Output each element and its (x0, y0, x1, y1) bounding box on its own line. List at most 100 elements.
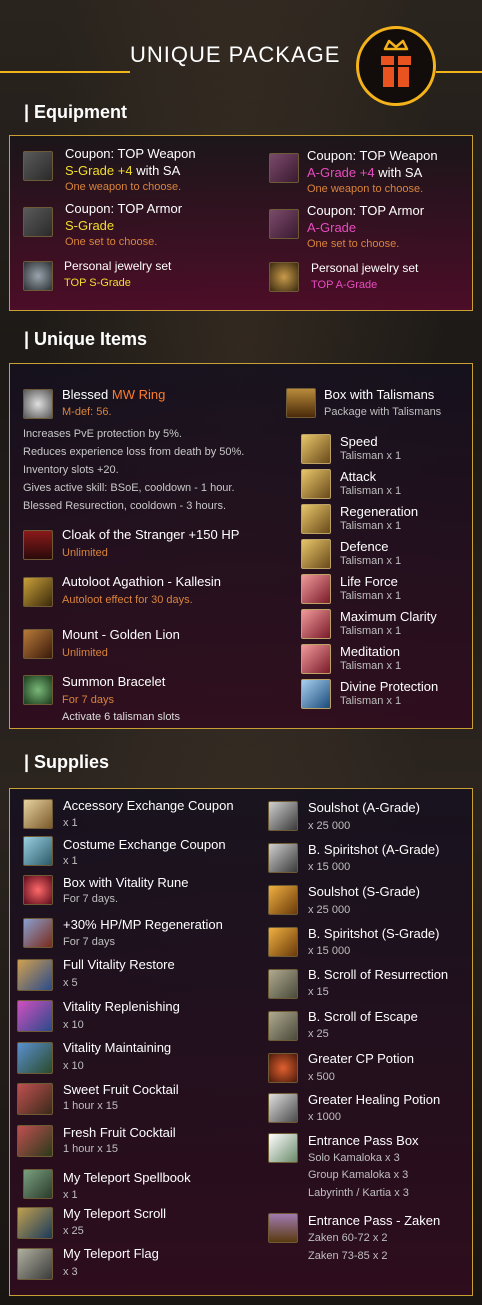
talisman-sub: Talisman x 1 (340, 520, 402, 532)
item-sub: Package with Talismans (324, 406, 442, 418)
talisman-clarity-icon (301, 609, 331, 639)
item-name: Soulshot (A-Grade) (308, 800, 420, 815)
header: UNIQUE PACKAGE (0, 26, 482, 110)
gift-crown-icon (356, 26, 436, 106)
item-name: Coupon: TOP Armor (307, 203, 425, 218)
talisman-meditation-icon (301, 644, 331, 674)
item-name: My Teleport Scroll (63, 1206, 167, 1221)
supplies-panel: Accessory Exchange Coupon x 1 Costume Ex… (9, 788, 473, 1296)
coupon-icon (23, 799, 53, 829)
item-sub: For 7 days (63, 936, 115, 948)
talisman-divine-protection-icon (301, 679, 331, 709)
unique-items-panel: Blessed MW Ring M-def: 56. Increases PvE… (9, 363, 473, 729)
agathion-icon (23, 577, 53, 607)
item-sub: x 15 (308, 986, 329, 998)
cocktail-icon (17, 1083, 53, 1115)
grade-label: A-Grade (307, 220, 357, 235)
section-title-equipment: | Equipment (24, 102, 128, 122)
potion-icon (268, 1053, 298, 1083)
item-name: Full Vitality Restore (63, 957, 175, 972)
item-sub: x 15 000 (308, 861, 351, 873)
necklace-icon (23, 261, 53, 291)
item-sub: x 15 000 (308, 945, 351, 957)
talisman-attack-icon (301, 469, 331, 499)
talisman-life-force-icon (301, 574, 331, 604)
talisman-name: Divine Protection (340, 679, 439, 694)
item-name: Vitality Maintaining (63, 1040, 172, 1055)
ring-desc-line: Inventory slots +20. (23, 464, 119, 476)
item-sub: Solo Kamaloka x 3 (308, 1152, 400, 1164)
ring-desc-line: Reduces experience loss from death by 50… (23, 446, 245, 458)
item-sub: Unlimited (62, 647, 108, 659)
item-sub: TOP A-Grade (311, 279, 378, 291)
item-sub: One set to choose. (307, 238, 400, 250)
soulshot-icon (268, 885, 298, 915)
item-sub: x 1 (63, 817, 78, 829)
talisman-name: Attack (340, 469, 377, 484)
item-sub: One weapon to choose. (307, 183, 424, 195)
item-name: Box with Vitality Rune (63, 875, 189, 890)
weapon-coupon-icon (269, 153, 299, 183)
talisman-sub: Talisman x 1 (340, 450, 402, 462)
item-sub: x 25 000 (308, 904, 351, 916)
item-sub: x 10 (63, 1019, 84, 1031)
item-grade-line: S-Grade +4 with SA (65, 163, 180, 179)
vitality-maintaining-icon (17, 1042, 53, 1074)
talisman-sub: Talisman x 1 (340, 555, 402, 567)
grade-suffix: with SA (132, 163, 181, 178)
talisman-name: Life Force (340, 574, 398, 589)
section-title-supplies: | Supplies (24, 752, 110, 772)
item-sub-3: Labyrinth / Kartia x 3 (308, 1187, 409, 1199)
item-sub: TOP S-Grade (64, 277, 131, 289)
item-name: Cloak of the Stranger +150 HP (62, 527, 240, 542)
talisman-sub: Talisman x 1 (340, 485, 402, 497)
chest-icon (286, 388, 316, 418)
gift-box-icon (268, 1133, 298, 1163)
item-sub: x 5 (63, 977, 78, 989)
section-title-unique-items: | Unique Items (24, 329, 148, 349)
item-name: Vitality Replenishing (63, 999, 180, 1014)
item-sub: x 1 (63, 1189, 78, 1201)
necklace-icon (269, 262, 299, 292)
vitality-restore-icon (17, 959, 53, 991)
item-name: My Teleport Spellbook (63, 1170, 191, 1185)
weapon-coupon-icon (23, 151, 53, 181)
item-sub: One set to choose. (65, 236, 158, 248)
chest-icon (268, 1213, 298, 1243)
item-sub-2: Activate 6 talisman slots (62, 711, 180, 723)
grade-label: S-Grade +4 (65, 163, 133, 178)
item-name: B. Spiritshot (S-Grade) (308, 926, 440, 941)
cloak-icon (23, 530, 53, 560)
spiritshot-icon (268, 927, 298, 957)
ring-prefix: Blessed (62, 387, 112, 402)
grade-label: A-Grade +4 (307, 165, 375, 180)
talisman-defence-icon (301, 539, 331, 569)
armor-coupon-icon (269, 209, 299, 239)
talisman-sub: Talisman x 1 (340, 695, 402, 707)
vitality-replenishing-icon (17, 1000, 53, 1032)
ring-desc-line: Blessed Resurection, cooldown - 3 hours. (23, 500, 226, 512)
soulshot-icon (268, 801, 298, 831)
equipment-panel: Coupon: TOP Weapon S-Grade +4 with SA On… (9, 135, 473, 311)
item-name: Fresh Fruit Cocktail (63, 1125, 176, 1140)
spiritshot-icon (268, 843, 298, 873)
header-line-left (0, 71, 130, 73)
regeneration-icon (23, 918, 53, 948)
item-sub: Unlimited (62, 547, 108, 559)
talisman-name: Regeneration (340, 504, 419, 519)
rune-icon (23, 875, 53, 905)
item-name: B. Scroll of Resurrection (308, 967, 449, 982)
item-sub: For 7 days. (63, 893, 119, 905)
ring-icon (23, 389, 53, 419)
item-name: B. Scroll of Escape (308, 1009, 418, 1024)
talisman-sub: Talisman x 1 (340, 590, 402, 602)
item-name: Personal jewelry set (64, 259, 172, 273)
scroll-icon (268, 969, 298, 999)
ring-desc-line: Gives active skill: BSoE, cooldown - 1 h… (23, 482, 235, 494)
item-name: Coupon: TOP Weapon (307, 148, 438, 163)
item-name: Soulshot (S-Grade) (308, 884, 420, 899)
item-name: Mount - Golden Lion (62, 627, 180, 642)
item-name: Entrance Pass - Zaken (308, 1213, 441, 1228)
item-grade-line: A-Grade +4 with SA (307, 165, 422, 181)
item-name: Autoloot Agathion - Kallesin (62, 574, 221, 589)
